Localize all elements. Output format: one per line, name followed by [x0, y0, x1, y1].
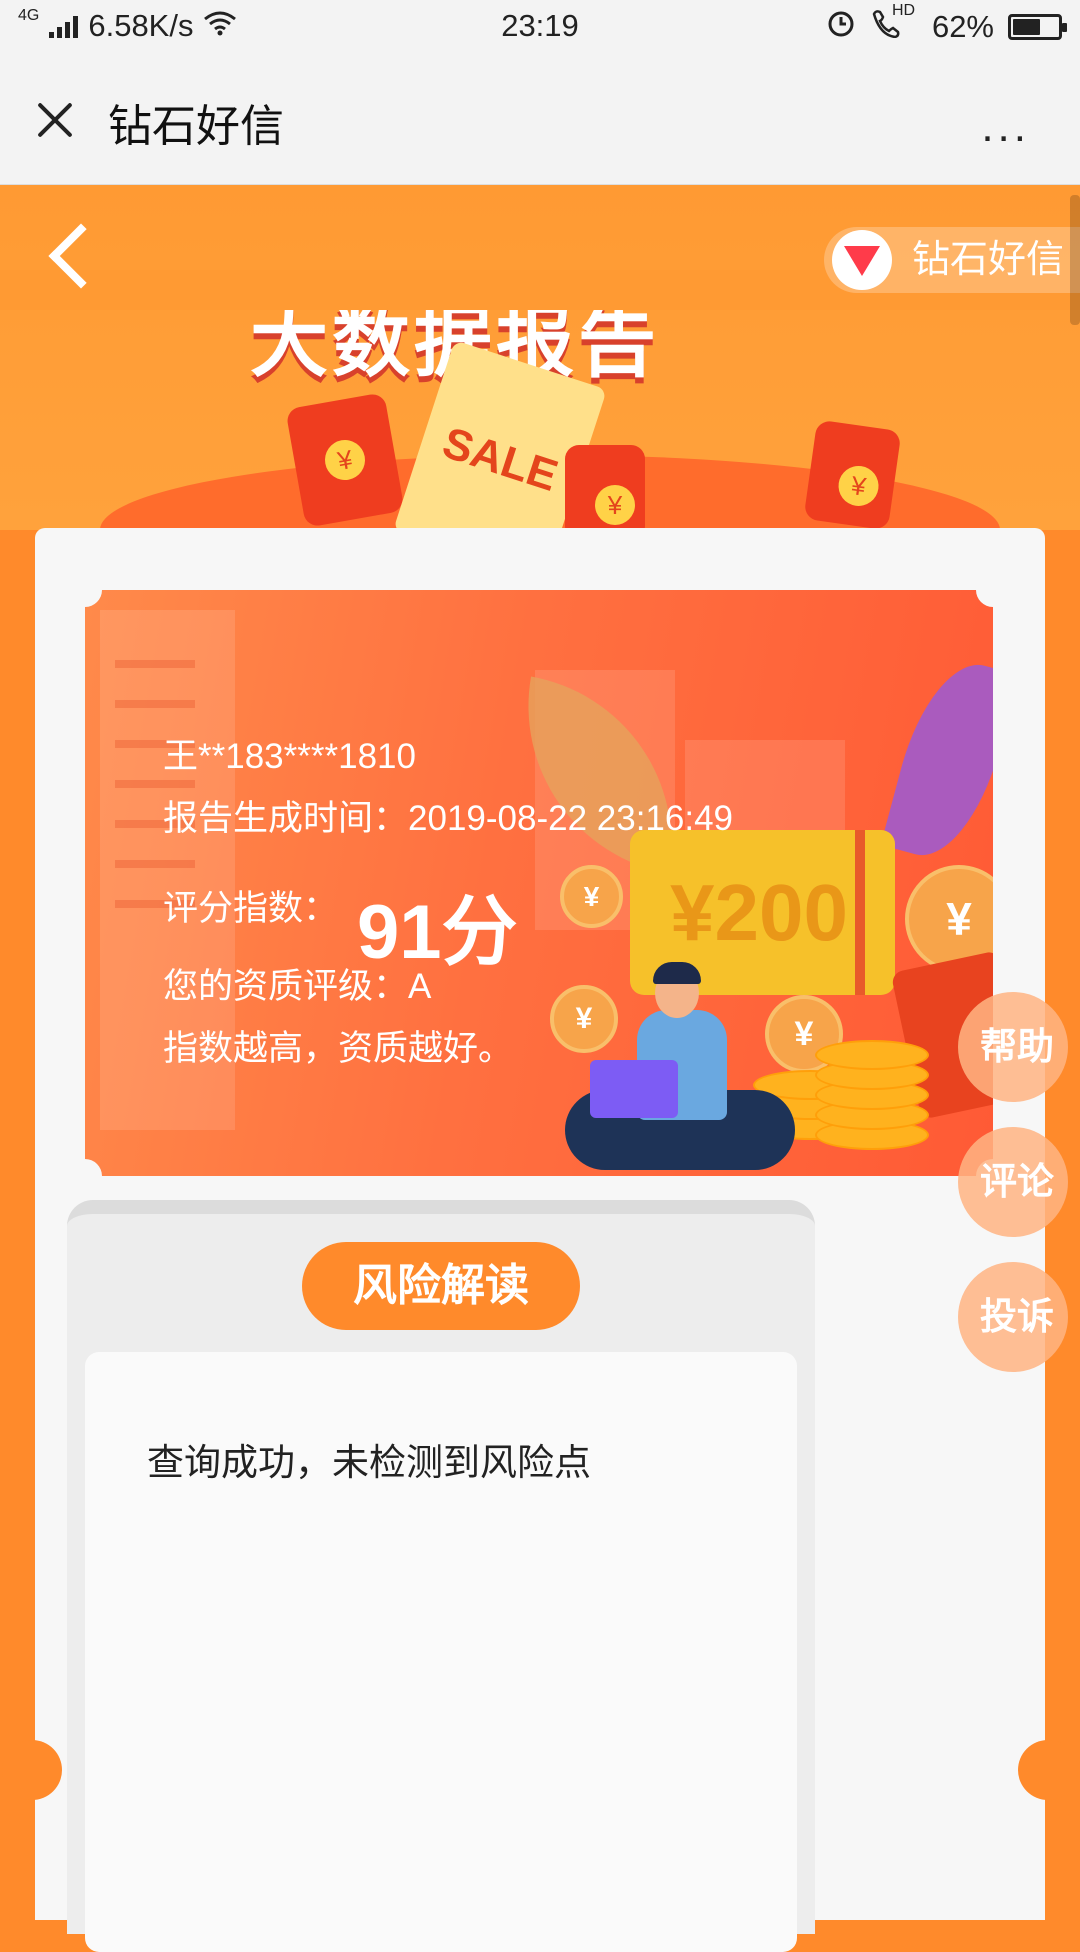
alarm-icon [826, 8, 856, 46]
page-title: 钻石好信 [108, 102, 284, 151]
report-time-value: 2019-08-22 23:16:49 [408, 799, 734, 838]
status-right: HD 62% [826, 2, 1067, 46]
red-envelope-icon [285, 392, 405, 528]
card-notch [976, 590, 993, 607]
battery-percent: 62% [931, 9, 994, 44]
grade-row: 您的资质评级：A [163, 958, 431, 1009]
battery-icon [1008, 14, 1067, 40]
risk-result-text: 查询成功，未检测到风险点 [147, 1442, 591, 1483]
card-notch [85, 1159, 102, 1176]
report-time: 报告生成时间：2019-08-22 23:16:49 [163, 790, 733, 841]
coin-icon: ¥ [550, 985, 618, 1053]
call-hd-icon: HD [870, 2, 915, 46]
more-options-button[interactable]: ... [981, 102, 1030, 152]
close-icon[interactable] [28, 92, 84, 148]
title-bar: 钻石好信 ... [0, 56, 1080, 185]
main-card: ¥200 ¥ ¥ ¥ ¥ 王**183****1810 报告生成时间：2019-… [35, 528, 1045, 1952]
status-bar: 4G 6.58K/s 23:19 HD 62% [0, 0, 1080, 56]
risk-interpretation-button[interactable]: 风险解读 [302, 1242, 580, 1330]
comment-button[interactable]: 评论 [958, 1127, 1068, 1237]
brand-badge: 钻石好信 [823, 227, 1080, 293]
grade-label: 您的资质评级： [163, 967, 409, 1006]
score-note: 指数越高，资质越好。 [163, 1029, 514, 1068]
hero-banner: 大数据报告 钻石好信 SALE [0, 185, 1080, 530]
report-time-label: 报告生成时间： [163, 799, 409, 838]
decoration-line [115, 700, 195, 708]
gift-ribbon [855, 830, 865, 995]
complain-button[interactable]: 投诉 [958, 1262, 1068, 1372]
red-envelope-icon [565, 445, 645, 530]
laptop-icon [590, 1060, 678, 1118]
risk-content: 查询成功，未检测到风险点 [85, 1352, 797, 1952]
user-masked-id: 王**183****1810 [163, 737, 416, 776]
card-notch [85, 590, 102, 607]
brand-name: 钻石好信 [911, 239, 1064, 281]
edge-notch [1018, 1740, 1078, 1800]
report-card: ¥200 ¥ ¥ ¥ ¥ 王**183****1810 报告生成时间：2019-… [85, 590, 993, 1176]
coin-icon: ¥ [560, 865, 623, 928]
person-illustration [653, 962, 701, 984]
edge-notch [2, 1740, 62, 1800]
risk-panel: 风险解读 查询成功，未检测到风险点 [67, 1200, 815, 1952]
coin-stack-icon [815, 1040, 929, 1070]
diamond-logo-icon [831, 230, 892, 290]
decoration-line [115, 860, 195, 868]
score-label: 评分指数： [163, 889, 339, 928]
help-button[interactable]: 帮助 [958, 992, 1068, 1102]
decoration-line [115, 780, 195, 788]
grade-value: A [408, 967, 432, 1006]
decoration-line [115, 660, 195, 668]
scrollbar[interactable] [1070, 195, 1080, 325]
hd-label: HD [891, 2, 916, 19]
red-envelope-icon [803, 419, 902, 530]
flame-illustration [880, 651, 993, 869]
